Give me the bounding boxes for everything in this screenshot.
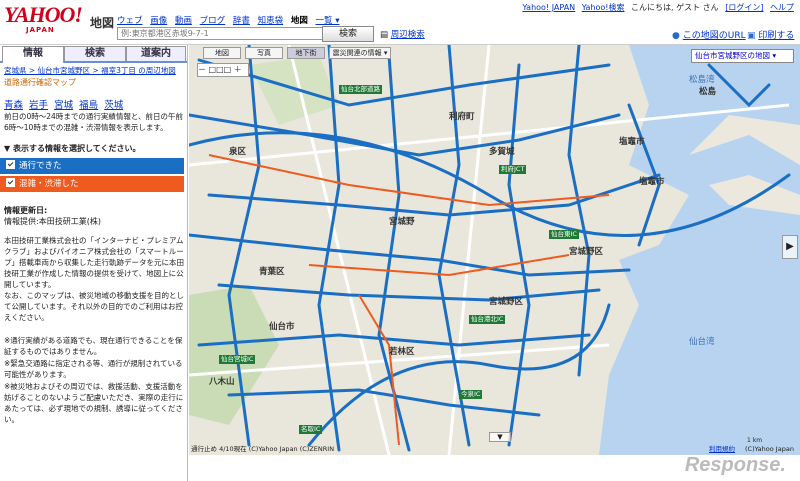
- map-label: 塩竈市: [639, 177, 665, 187]
- map-label: 宮城野区: [489, 297, 524, 307]
- greeting: こんにちは, ゲスト さん: [631, 3, 719, 12]
- map-label: 仙台市: [269, 322, 295, 332]
- checkbox-congested[interactable]: [6, 178, 15, 187]
- print-link[interactable]: ▣ 印刷する: [747, 28, 794, 41]
- sidebar-tabs: 情報 検索 道案内: [0, 45, 187, 63]
- map-label: 八木山: [209, 377, 235, 387]
- map-label: 青葉区: [259, 267, 285, 277]
- select-heading: ▼ 表示する情報を選択してください。: [4, 143, 140, 154]
- logo-text: YAHOO!: [4, 2, 83, 27]
- map-label: 泉区: [229, 147, 247, 157]
- legend-congested[interactable]: 混雑・渋滞した: [0, 176, 184, 192]
- paragraph: ※緊急交通路に指定される等、通行が規制されている可能性があります。: [4, 359, 183, 379]
- map-label: 宮城野: [389, 217, 415, 227]
- description: 前日の0時〜24時までの通行実績情報と、前日の午前6時〜10時までの混雑・渋滞情…: [4, 112, 184, 132]
- paragraph: ※被災地およびその周辺では、救援活動、支援活動を妨げることのないようご配慮いただ…: [4, 382, 184, 424]
- paragraph: 本田技研工業株式会社の「インターナビ・プレミアムクラブ」およびパイオニア株式会社…: [4, 236, 184, 289]
- ic-label: 仙台宮城IC: [219, 355, 256, 364]
- map-mode-underground[interactable]: 地下街: [287, 47, 325, 59]
- ic-label: 名取IC: [299, 425, 323, 434]
- search-input[interactable]: [117, 27, 323, 40]
- checkbox-passable[interactable]: [6, 160, 15, 169]
- print-label: 印刷する: [758, 31, 795, 41]
- paragraph: なお、このマップは、被災地域の移動支援を目的として公開しています。それ以外の目的…: [4, 291, 184, 322]
- map-label: 若林区: [389, 347, 415, 357]
- tab-route[interactable]: 道案内: [126, 46, 186, 61]
- map-label: 塩竈市: [619, 137, 645, 147]
- nearby-icon: ▤: [380, 30, 389, 40]
- page-title: 道路通行確認マップ: [4, 78, 76, 87]
- ic-label: 仙台東IC: [549, 230, 579, 239]
- map-copyright: 通行止め 4/10現在 (C)Yahoo Japan (C)ZENRIN: [191, 445, 335, 453]
- service-link-web[interactable]: ウェブ: [117, 16, 143, 26]
- service-link-list[interactable]: 一覧 ▾: [316, 16, 340, 26]
- sea-label: 仙台湾: [689, 337, 715, 347]
- logo-sub: JAPAN: [26, 26, 55, 34]
- yahoo-logo[interactable]: YAHOO! JAPAN: [4, 2, 90, 35]
- service-link-image[interactable]: 画像: [150, 16, 167, 26]
- breadcrumb[interactable]: 宮城県 > 仙台市宮城野区 > 福室3丁目 の周辺地図: [4, 65, 176, 76]
- map-graphic: [189, 45, 800, 455]
- service-link-video[interactable]: 動画: [175, 16, 192, 26]
- pref-link-iwate[interactable]: 岩手: [29, 100, 48, 111]
- search-button[interactable]: 検索: [322, 26, 374, 42]
- pref-link-aomori[interactable]: 青森: [4, 100, 23, 111]
- prefecture-links: 青森 岩手 宮城 福島 茨城: [4, 97, 126, 111]
- zoom-control[interactable]: － □□□ ＋: [197, 63, 249, 77]
- select-heading-text: 表示する情報を選択してください。: [12, 144, 141, 153]
- ic-label: 利府JCT: [499, 165, 527, 174]
- service-links: ウェブ 画像 動画 ブログ 辞書 知恵袋 地図 一覧 ▾: [117, 14, 345, 26]
- ic-label: 仙台北部道路: [339, 85, 382, 94]
- map-label: 松島: [699, 87, 717, 97]
- map-url-link[interactable]: ● この地図のURL: [672, 28, 746, 41]
- ic-label: 今泉IC: [459, 390, 483, 399]
- paragraph: ※通行実績がある道路でも、現在通行できることを保証するものではありません。: [4, 336, 183, 356]
- help-link-top[interactable]: ヘルプ: [770, 3, 794, 12]
- pan-right-icon[interactable]: ▶: [782, 235, 798, 259]
- map-mode-map[interactable]: 地図: [203, 47, 241, 59]
- service-link-blog[interactable]: ブログ: [200, 16, 226, 26]
- pref-link-fukushima[interactable]: 福島: [79, 100, 98, 111]
- login-link[interactable]: [ログイン]: [725, 3, 763, 12]
- service-link-map[interactable]: 地図: [291, 16, 308, 26]
- pref-link-ibaraki[interactable]: 茨城: [104, 100, 123, 111]
- nearby-label: 周辺検索: [390, 30, 425, 40]
- map-canvas[interactable]: 地図 写真 地下街 震災関連の情報 ▾ － □□□ ＋ 仙台市宮城野区の地図 ▾…: [189, 45, 800, 455]
- tab-info[interactable]: 情報: [2, 46, 64, 63]
- response-watermark: Response.: [684, 454, 786, 476]
- pref-link-miyagi[interactable]: 宮城: [54, 100, 73, 111]
- service-link-chiebukuro[interactable]: 知恵袋: [258, 16, 284, 26]
- legend-passable[interactable]: 通行できた: [0, 158, 184, 174]
- service-name: 地図: [90, 16, 115, 30]
- area-select[interactable]: 仙台市宮城野区の地図 ▾: [691, 49, 794, 63]
- pan-down-icon[interactable]: ▼: [489, 432, 511, 442]
- sidebar: 情報 検索 道案内 宮城県 > 仙台市宮城野区 > 福室3丁目 の周辺地図 道路…: [0, 45, 188, 481]
- yahoo-search-link[interactable]: Yahoo!検索: [582, 3, 625, 12]
- globe-icon: ●: [672, 31, 680, 41]
- info-provider: 情報提供:本田技研工業(株): [4, 217, 101, 226]
- yahoo-japan-link[interactable]: Yahoo! JAPAN: [522, 3, 575, 12]
- legend-passable-label: 通行できた: [19, 161, 62, 171]
- map-mode-photo[interactable]: 写真: [245, 47, 283, 59]
- sea-label: 松島湾: [689, 75, 715, 85]
- ic-label: 仙台港北IC: [469, 315, 506, 324]
- nearby-search-link[interactable]: ▤ 周辺検索: [380, 28, 425, 40]
- tab-search[interactable]: 検索: [64, 46, 126, 61]
- triangle-icon: ▼: [4, 144, 11, 153]
- map-label: 多賀城: [489, 147, 515, 157]
- map-label: 宮城野区: [569, 247, 604, 257]
- service-link-dictionary[interactable]: 辞書: [233, 16, 250, 26]
- overlay-select[interactable]: 震災関連の情報 ▾: [329, 47, 391, 59]
- map-label: 利府町: [449, 112, 475, 122]
- map-url-label: この地図のURL: [682, 31, 746, 41]
- printer-icon: ▣: [747, 31, 756, 41]
- top-bar: YAHOO! JAPAN 地図 ウェブ 画像 動画 ブログ 辞書 知恵袋 地図 …: [0, 0, 800, 45]
- info-date: 情報更新日:: [4, 206, 48, 215]
- top-links: Yahoo! JAPAN Yahoo!検索 こんにちは, ゲスト さん [ログイ…: [518, 2, 794, 13]
- legend-congested-label: 混雑・渋滞した: [19, 179, 79, 189]
